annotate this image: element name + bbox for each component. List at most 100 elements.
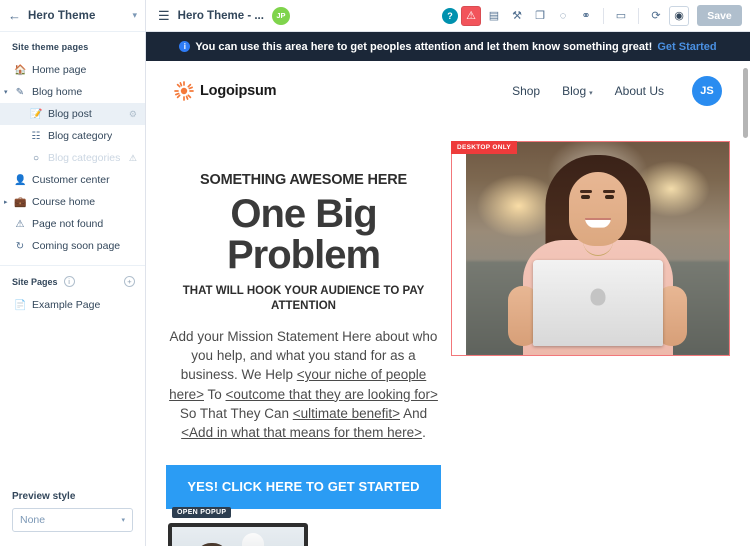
hero-image-column: DESKTOP ONLY <box>451 133 730 509</box>
course-icon: 💼 <box>14 196 27 208</box>
save-button[interactable]: Save <box>697 5 742 26</box>
sidebar-item-label: Course home <box>32 196 96 208</box>
sunburst-logo-icon <box>174 81 194 101</box>
sidebar-item-label: Example Page <box>32 299 101 311</box>
main-area: ☰ Hero Theme - ... JP ? ⚠ ▤ ⚒ ❐ ◌ ⚭ ▭ ⟳ … <box>146 0 750 546</box>
collection-icon: ○ <box>32 152 40 164</box>
site-logo[interactable]: Logoipsum <box>174 81 277 101</box>
hero-image-frame[interactable]: DESKTOP ONLY <box>451 141 730 356</box>
mission-link-benefit[interactable]: <ultimate benefit> <box>293 406 400 421</box>
sidebar-item-label: Blog category <box>48 130 113 142</box>
sidebar-item-course-home[interactable]: ▸ 💼 Course home <box>0 191 145 213</box>
sidebar-item-label: Home page <box>32 64 87 76</box>
announcement-bar: i You can use this area here to get peop… <box>146 32 750 61</box>
nav-link-about-us[interactable]: About Us <box>615 84 664 98</box>
avatar[interactable]: JS <box>692 76 722 106</box>
hamburger-menu-icon[interactable]: ☰ <box>154 8 178 24</box>
get-started-link[interactable]: Get Started <box>657 41 716 53</box>
canvas-scrollbar[interactable] <box>743 68 748 138</box>
mission-link-meaning[interactable]: <Add in what that means for them here> <box>181 425 422 440</box>
theme-pages-list: 🏠 Home page ▾ ✎ Blog home 📝 Blog post ⚙ … <box>0 59 145 257</box>
nav-link-blog[interactable]: Blog <box>562 84 593 98</box>
announcement-text: You can use this area here to get people… <box>195 40 653 53</box>
site-theme-pages-label: Site theme pages <box>12 42 89 52</box>
hero-section: SOMETHING AWESOME HERE One Big Problem T… <box>146 121 750 518</box>
sidebar-item-blog-home[interactable]: ▾ ✎ Blog home <box>0 81 145 103</box>
mission-suffix: . <box>422 425 426 441</box>
sidebar-item-home-page[interactable]: 🏠 Home page <box>0 59 145 81</box>
cta-button[interactable]: YES! CLICK HERE TO GET STARTED OPEN POPU… <box>166 464 441 518</box>
add-icon[interactable]: + <box>124 276 135 287</box>
sidebar-item-blog-post[interactable]: 📝 Blog post ⚙ <box>0 103 145 125</box>
warning-icon: ⚠ <box>128 152 137 163</box>
sidebar-item-label: Blog categories collect <box>48 152 123 164</box>
device-button[interactable]: ▭ <box>611 6 631 26</box>
top-toolbar: ☰ Hero Theme - ... JP ? ⚠ ▤ ⚒ ❐ ◌ ⚭ ▭ ⟳ … <box>146 0 750 32</box>
back-arrow-icon[interactable]: ← <box>8 9 21 22</box>
cta-label: YES! CLICK HERE TO GET STARTED <box>187 479 420 495</box>
site-navigation: Shop Blog About Us JS <box>512 76 722 106</box>
hero-eyebrow: SOMETHING AWESOME HERE <box>200 172 407 188</box>
layout-button[interactable]: ▤ <box>484 6 504 26</box>
sidebar: ← Hero Theme ▾ Site theme pages 🏠 Home p… <box>0 0 146 546</box>
site-pages-label: Site Pages <box>12 276 58 287</box>
alerts-button[interactable]: ⚠ <box>461 5 481 26</box>
page-icon: 📄 <box>14 299 27 311</box>
sidebar-item-label: Coming soon page <box>32 240 121 252</box>
personalize-button[interactable]: ⚒ <box>507 6 527 26</box>
refresh-button[interactable]: ⟳ <box>646 6 666 26</box>
sidebar-item-label: Customer center <box>32 174 110 186</box>
sidebar-item-customer-center[interactable]: 👤 Customer center <box>0 169 145 191</box>
man-in-office-video-thumbnail[interactable] <box>168 522 308 546</box>
help-button[interactable]: ? <box>442 7 458 24</box>
sidebar-item-page-not-found[interactable]: ⚠ Page not found <box>0 213 145 235</box>
editor-title: Hero Theme - ... <box>177 9 264 22</box>
sidebar-item-label: Blog home <box>32 86 83 98</box>
warning-icon: ⚠ <box>15 218 25 230</box>
preview-style-label: Preview style <box>12 491 76 502</box>
hero-mission-statement: Add your Mission Statement Here about wh… <box>166 327 441 443</box>
smiling-woman-with-laptop-photo <box>466 142 729 355</box>
blog-post-icon: 📝 <box>30 108 43 120</box>
clock-icon: ↻ <box>15 240 25 252</box>
twisty-open-icon[interactable]: ▾ <box>4 88 8 96</box>
twisty-closed-icon[interactable]: ▸ <box>4 198 8 206</box>
sidebar-header: ← Hero Theme ▾ <box>0 0 145 32</box>
gear-icon[interactable]: ⚙ <box>129 109 137 120</box>
sidebar-item-coming-soon-page[interactable]: ↻ Coming soon page <box>0 235 145 257</box>
mission-mid-2: So That They Can <box>179 405 293 421</box>
clone-button[interactable]: ❐ <box>530 6 550 26</box>
hero-title: One Big Problem <box>166 194 441 276</box>
mission-link-outcome[interactable]: <outcome that they are looking for> <box>226 387 438 402</box>
mission-mid-3: And <box>400 405 428 421</box>
mission-mid-1: To <box>204 386 226 402</box>
chevron-down-icon[interactable]: ▾ <box>132 10 137 21</box>
page-canvas: i You can use this area here to get peop… <box>146 32 750 546</box>
hero-video-row <box>146 509 750 546</box>
preview-style-select[interactable]: None ▾ <box>12 508 133 532</box>
comment-button[interactable]: ◌ <box>553 6 573 26</box>
info-icon: i <box>179 41 191 52</box>
sidebar-item-label: Page not found <box>32 218 104 230</box>
info-icon[interactable]: i <box>63 276 75 287</box>
preview-style-value: None <box>20 514 46 526</box>
link-button[interactable]: ⚭ <box>576 6 596 26</box>
hero-subhead: THAT WILL HOOK YOUR AUDIENCE TO PAY ATTE… <box>182 284 425 313</box>
sidebar-title: Hero Theme <box>28 9 96 22</box>
sidebar-item-example-page[interactable]: 📄 Example Page <box>0 294 145 316</box>
nav-link-shop[interactable]: Shop <box>512 84 540 98</box>
hero-text-column: SOMETHING AWESOME HERE One Big Problem T… <box>166 133 441 518</box>
open-popup-badge: OPEN POPUP <box>172 506 232 518</box>
toolbar-actions: ? ⚠ ▤ ⚒ ❐ ◌ ⚭ ▭ ⟳ ◉ Save <box>442 5 742 26</box>
category-icon: ☷ <box>31 130 41 142</box>
site-header: Logoipsum Shop Blog About Us JS <box>146 61 750 121</box>
theme-editor-app: ← Hero Theme ▾ Site theme pages 🏠 Home p… <box>0 0 750 546</box>
blog-icon: ✎ <box>15 86 25 98</box>
sidebar-item-blog-categories-collection[interactable]: ○ Blog categories collect ⚠ <box>0 147 145 169</box>
preview-button[interactable]: ◉ <box>669 5 689 26</box>
avatar[interactable]: JP <box>271 6 290 25</box>
logo-text: Logoipsum <box>200 83 277 99</box>
sidebar-item-blog-category[interactable]: ☷ Blog category <box>0 125 145 147</box>
desktop-only-badge: DESKTOP ONLY <box>451 141 518 154</box>
home-icon: 🏠 <box>14 64 27 76</box>
